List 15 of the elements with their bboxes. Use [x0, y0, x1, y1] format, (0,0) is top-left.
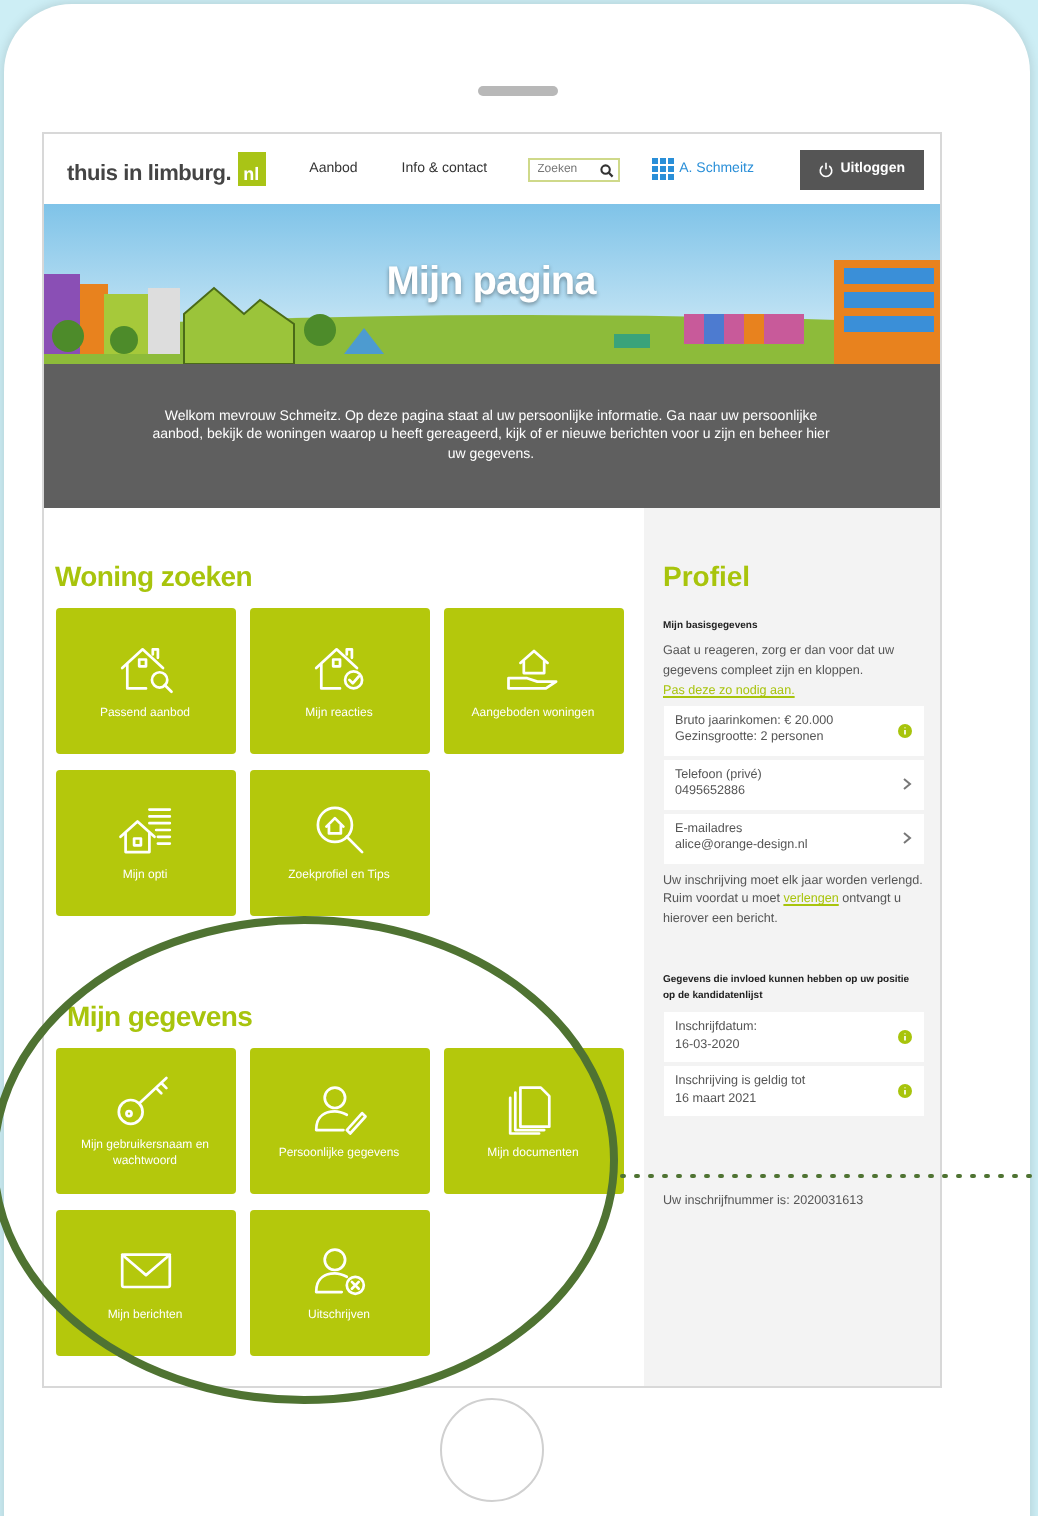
- info-icon: [897, 723, 911, 738]
- profile-heading: Profiel: [663, 558, 753, 596]
- chevron-right-icon: [901, 778, 911, 791]
- chevron-right-icon: [901, 832, 911, 845]
- search-icon: [599, 163, 614, 177]
- section-heading: Mijn gegevens: [65, 1000, 255, 1032]
- power-icon: [818, 161, 835, 177]
- section-heading: Woning zoeken: [55, 560, 255, 592]
- info-icon: [897, 1030, 911, 1045]
- grid-icon[interactable]: [651, 158, 674, 180]
- info-icon: [897, 1084, 911, 1099]
- logo-text[interactable]: thuis in limburg.: [67, 162, 232, 186]
- logo-badge[interactable]: nl: [237, 152, 266, 186]
- tablet-speaker: [477, 86, 557, 96]
- page-title: Mijn pagina: [384, 260, 599, 306]
